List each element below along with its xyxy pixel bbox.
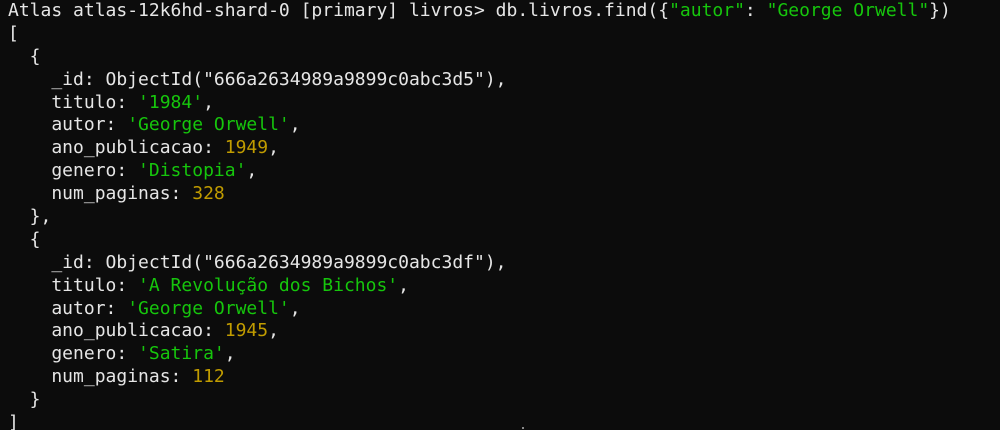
field-string-value: 'Distopia': [138, 160, 247, 182]
field-titulo: titulo: 'A Revolução dos Bichos',: [8, 275, 998, 298]
field-genero: genero: 'Distopia',: [8, 160, 998, 183]
comma: ,: [268, 320, 279, 342]
field-key: ano_publicacao:: [8, 137, 225, 159]
comma: ,: [268, 137, 279, 159]
field-number-value: 112: [192, 366, 225, 388]
document-open-brace: {: [8, 45, 41, 67]
field-key: titulo:: [8, 91, 139, 113]
field-string-value: 'Satira': [138, 343, 225, 365]
shell-prompt: Atlas atlas-12k6hd-shard-0 [primary] liv…: [8, 0, 496, 21]
comma: ,: [203, 91, 214, 113]
field-genero: genero: 'Satira',: [8, 343, 998, 366]
command-suffix: }): [929, 0, 951, 21]
command-prefix: db.livros.find({: [495, 0, 670, 21]
result-close-bracket: ]: [8, 412, 19, 430]
comma: ,: [289, 297, 301, 319]
field-number-value: 1949: [224, 137, 269, 159]
field-num-paginas: num_paginas: 112: [8, 366, 998, 389]
field-key: genero:: [8, 343, 139, 365]
field-ano-publicacao: ano_publicacao: 1945,: [8, 320, 998, 343]
field-autor: autor: 'George Orwell',: [8, 298, 998, 321]
command-line: Atlas atlas-12k6hd-shard-0 [primary] liv…: [8, 0, 998, 23]
field-ano-publicacao: ano_publicacao: 1949,: [8, 137, 998, 160]
field-number-value: 1945: [224, 320, 269, 342]
comma: ,: [289, 114, 301, 136]
document-open-brace: {: [8, 228, 41, 250]
field-number-value: 328: [192, 183, 225, 205]
field-string-value: '1984': [138, 91, 204, 113]
comma: ,: [246, 160, 258, 182]
field-key: genero:: [8, 160, 139, 182]
field-num-paginas: num_paginas: 328: [8, 183, 998, 206]
field-string-value: 'George Orwell': [127, 297, 290, 319]
field-autor: autor: 'George Orwell',: [8, 114, 998, 137]
field-key: autor:: [8, 114, 128, 136]
document-id-line: _id: ObjectId("666a2634989a9899c0abc3df"…: [8, 251, 507, 273]
field-string-value: 'George Orwell': [127, 114, 290, 136]
query-separator: :: [744, 0, 767, 21]
field-key: autor:: [8, 297, 128, 319]
field-titulo: titulo: '1984',: [8, 92, 998, 115]
text-cursor: [522, 427, 524, 429]
query-key: "autor": [669, 0, 745, 21]
comma: ,: [398, 274, 409, 296]
terminal-window[interactable]: Atlas atlas-12k6hd-shard-0 [primary] liv…: [8, 0, 998, 430]
query-value: "George Orwell": [766, 0, 930, 21]
field-string-value: 'A Revolução dos Bichos': [138, 274, 399, 296]
document-close-brace: }: [8, 389, 41, 411]
comma: ,: [224, 343, 236, 365]
field-key: ano_publicacao:: [8, 320, 225, 342]
field-key: num_paginas:: [8, 366, 193, 388]
field-key: titulo:: [8, 274, 139, 296]
field-key: num_paginas:: [8, 183, 193, 205]
document-close-brace: },: [8, 206, 52, 228]
document-id-line: _id: ObjectId("666a2634989a9899c0abc3d5"…: [8, 68, 507, 90]
result-open-bracket: [: [8, 22, 19, 44]
